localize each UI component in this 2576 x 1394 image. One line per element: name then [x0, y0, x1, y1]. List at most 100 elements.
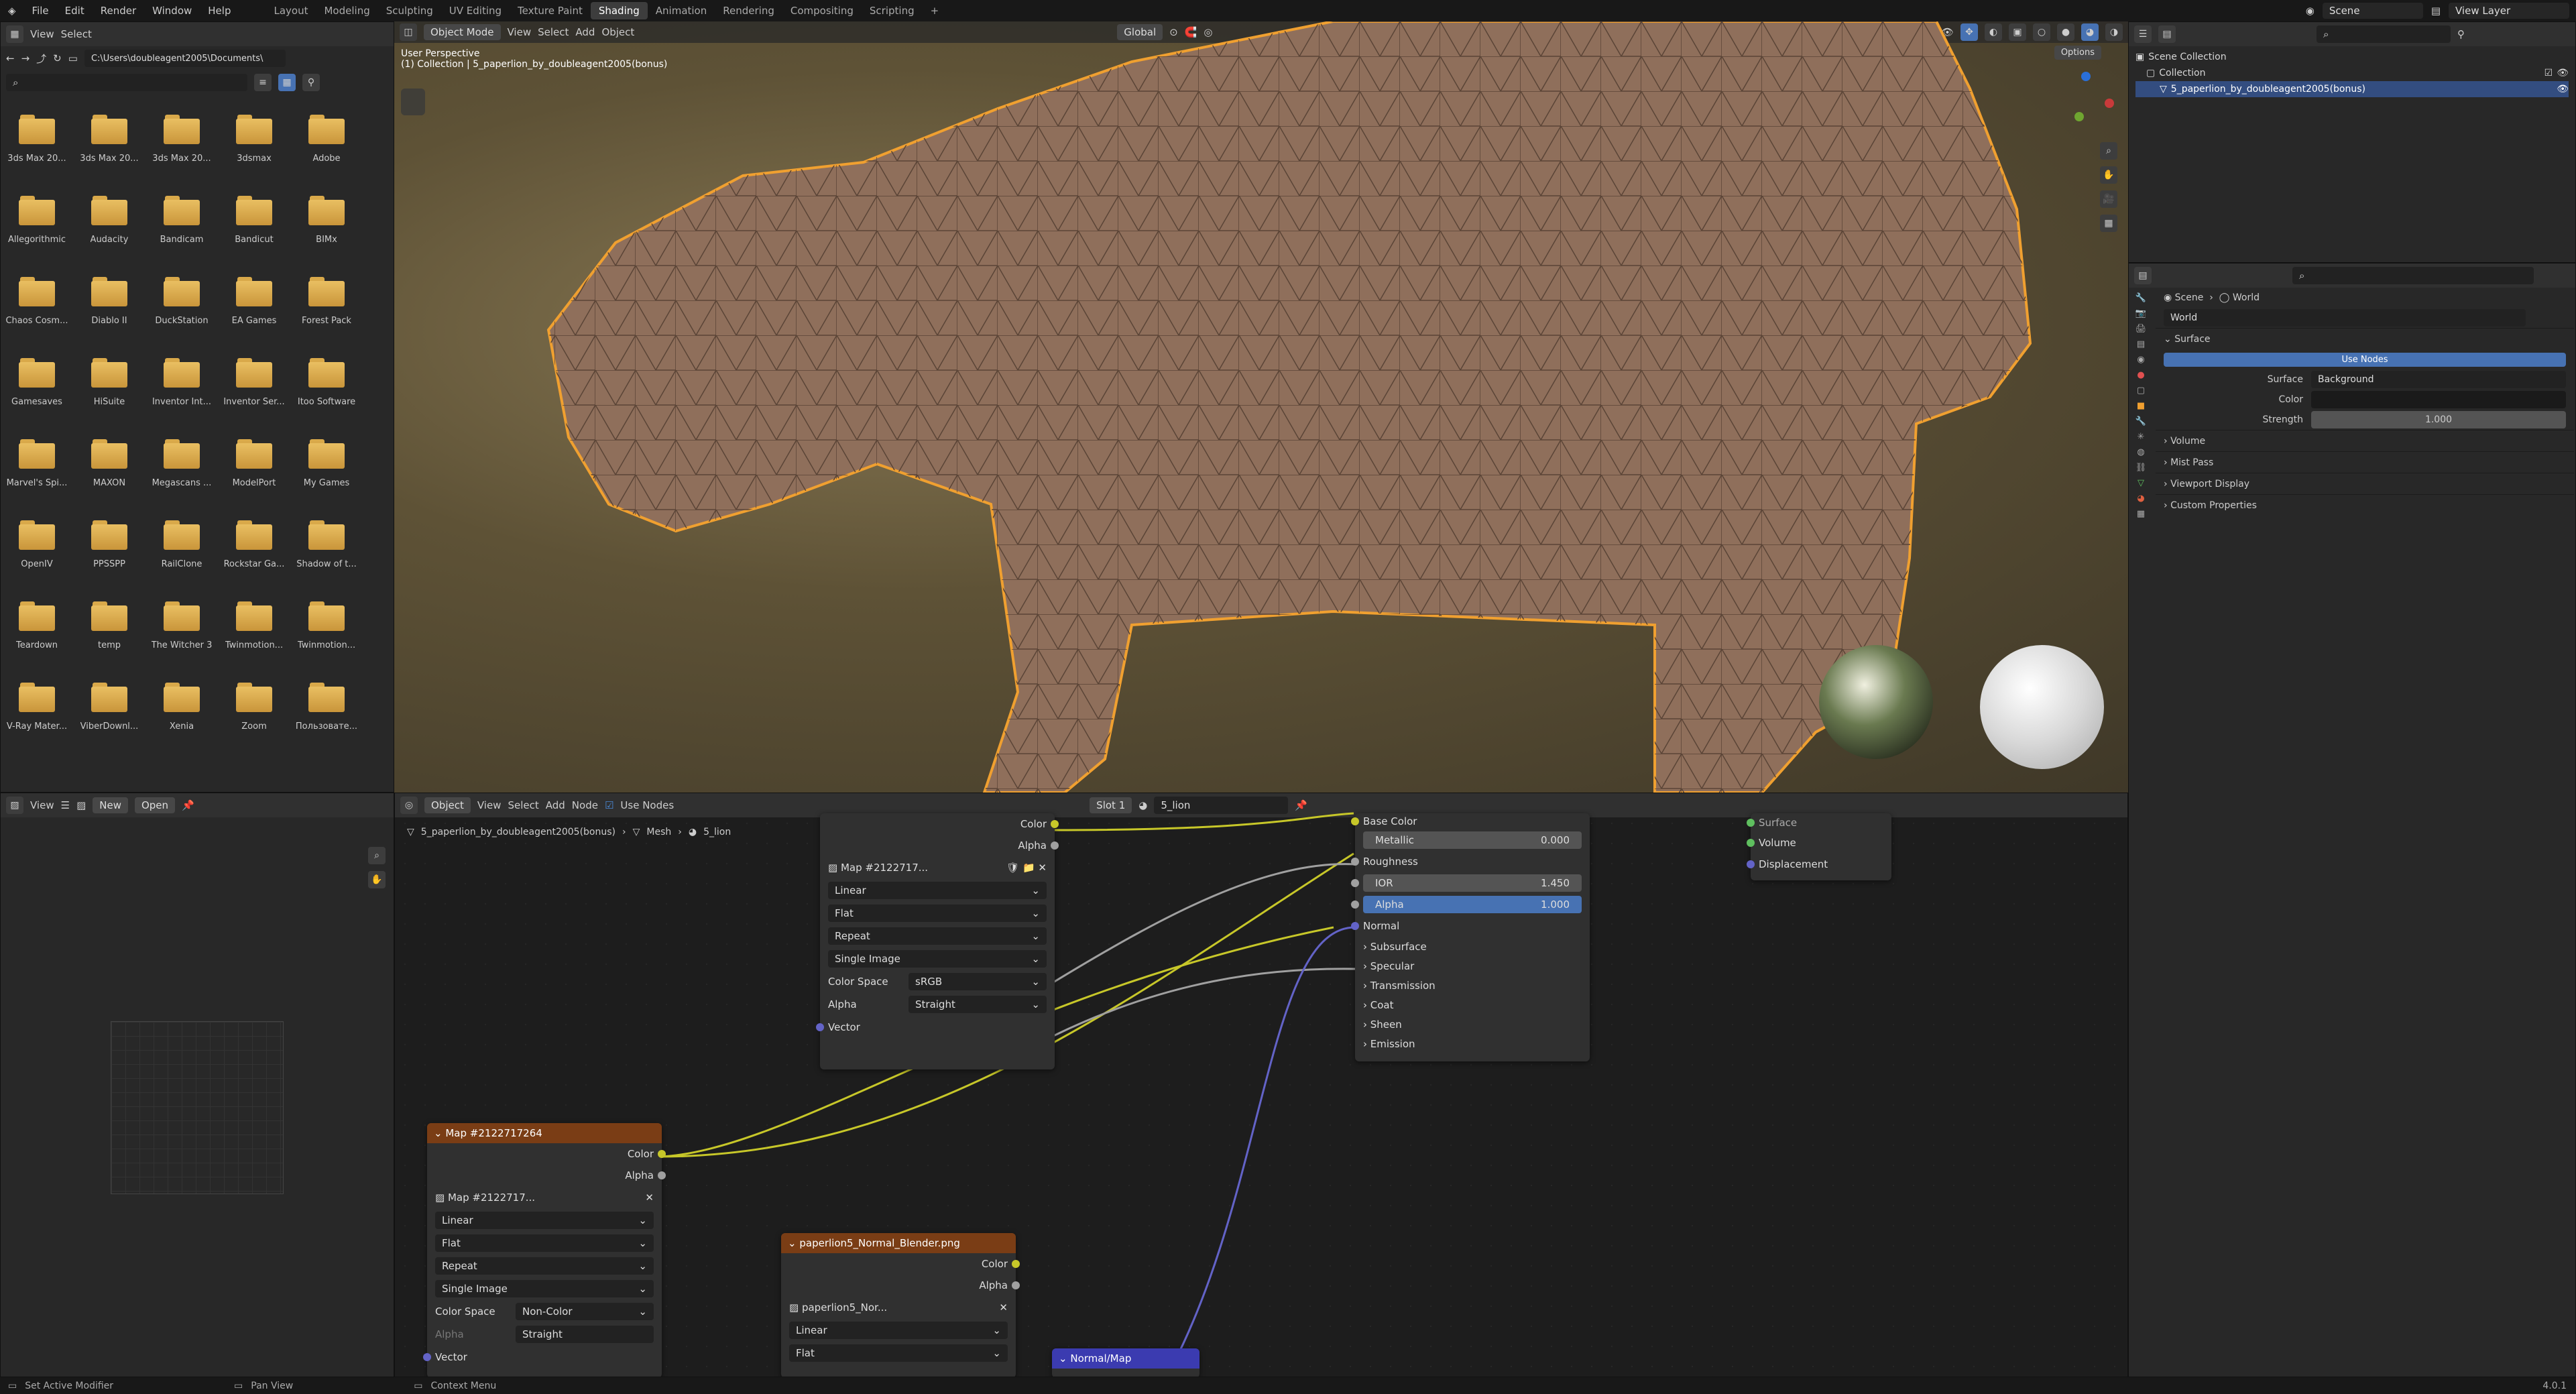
folder-item[interactable]: Bandicam [145, 189, 218, 270]
fb-menu-view[interactable]: View [30, 28, 54, 40]
output-color-socket[interactable] [1012, 1260, 1020, 1268]
folder-item[interactable]: 3dsmax [218, 108, 290, 189]
output-alpha-socket[interactable] [658, 1171, 666, 1179]
folder-item[interactable]: 3ds Max 20... [73, 108, 145, 189]
new-image-button[interactable]: New [93, 797, 128, 813]
tab-uv-editing[interactable]: UV Editing [441, 5, 510, 17]
panel-mist-pass[interactable]: › Mist Pass [2156, 451, 2574, 473]
editor-type-icon[interactable]: ▨ [6, 797, 23, 814]
folder-item[interactable]: Пользовате... [290, 676, 363, 757]
input-surface-socket[interactable] [1747, 819, 1755, 827]
3d-viewport[interactable]: ◫ Object Mode View Select Add Object Glo… [394, 21, 2128, 793]
editor-type-icon[interactable]: ▦ [6, 25, 23, 43]
menu-render[interactable]: Render [93, 5, 144, 17]
folder-item[interactable]: 3ds Max 20... [145, 108, 218, 189]
new-folder-icon[interactable]: ▭ [68, 52, 78, 64]
menu-edit[interactable]: Edit [57, 5, 93, 17]
data-tab-icon[interactable]: ▽ [2138, 478, 2144, 488]
folder-item[interactable]: Twinmotion... [290, 595, 363, 676]
image-browse-icon[interactable]: ▨ [76, 799, 86, 811]
pan-hand-icon[interactable]: ✋ [2100, 166, 2117, 184]
folder-item[interactable]: RailClone [145, 514, 218, 595]
principled-bsdf-node[interactable]: Base Color Metallic 0.000 Roughness IOR 1.… [1351, 813, 1590, 1061]
image-name[interactable]: Map #2122717... [448, 1192, 645, 1204]
add-workspace-button[interactable]: + [923, 5, 947, 17]
collection-label[interactable]: Collection [2159, 68, 2205, 78]
node-header[interactable]: ⌄ Map #2122717264 [427, 1123, 662, 1143]
parent-dir-icon[interactable]: ⤴ [36, 52, 46, 66]
input-displacement-socket[interactable] [1747, 860, 1755, 868]
node-header[interactable]: ⌄ Normal/Map [1052, 1348, 1199, 1369]
metallic-field[interactable]: Metallic 0.000 [1363, 831, 1582, 849]
folder-item[interactable]: temp [73, 595, 145, 676]
grid-icon[interactable]: ▦ [2100, 215, 2117, 232]
outliner-row-object[interactable]: ▽ 5_paperlion_by_doubleagent2005(bonus) 👁 [2135, 81, 2569, 97]
input-normal-socket[interactable] [1351, 922, 1359, 930]
ior-field[interactable]: IOR 1.450 [1363, 874, 1582, 892]
image-name[interactable]: Map #2122717... [841, 862, 1006, 874]
input-volume-socket[interactable] [1747, 839, 1755, 847]
view-layer-tab-icon[interactable]: ▤ [2137, 339, 2145, 349]
particles-tab-icon[interactable]: ✳ [2138, 432, 2145, 442]
panel-volume[interactable]: › Volume [2156, 430, 2574, 451]
outliner-search-input[interactable]: ⌕ [2317, 25, 2451, 43]
folder-item[interactable]: The Witcher 3 [145, 595, 218, 676]
tab-compositing[interactable]: Compositing [782, 5, 862, 17]
zoom-icon[interactable]: ⌕ [2100, 142, 2117, 160]
texture-tab-icon[interactable]: ▦ [2137, 509, 2145, 519]
tab-scripting[interactable]: Scripting [862, 5, 923, 17]
folder-item[interactable]: DuckStation [145, 270, 218, 351]
folder-item[interactable]: Allegorithmic [1, 189, 73, 270]
navigation-gizmo[interactable] [2054, 72, 2115, 132]
image-texture-node-1[interactable]: Color Alpha ▨ Map #2122717... 🛡 📁 ✕ Linea… [816, 813, 1059, 1069]
material-output-node[interactable]: Surface Volume Displacement [1747, 813, 1891, 880]
folder-item[interactable]: Shadow of t... [290, 514, 363, 595]
world-selector[interactable]: World [2164, 309, 2526, 327]
folder-item[interactable]: PPSSPP [73, 514, 145, 595]
zoom-icon[interactable]: ⌕ [368, 847, 386, 864]
interpolation-select[interactable]: Linear ⌄ [828, 882, 1047, 899]
fb-menu-select[interactable]: Select [61, 28, 92, 40]
transmission-panel[interactable]: › Transmission [1355, 976, 1590, 995]
filter-icon[interactable]: ⚲ [2457, 28, 2465, 40]
folder-item[interactable]: Chaos Cosm... [1, 270, 73, 351]
emission-panel[interactable]: › Emission [1355, 1034, 1590, 1053]
folder-item[interactable]: Megascans ... [145, 432, 218, 514]
path-field[interactable]: C:\Users\doubleagent2005\Documents\ [84, 50, 286, 67]
node-header[interactable]: ⌄ paperlion5_Normal_Blender.png [781, 1233, 1016, 1253]
collection-tab-icon[interactable]: ▢ [2137, 386, 2145, 396]
projection-select[interactable]: Flat ⌄ [435, 1234, 654, 1252]
collapse-chevron-icon[interactable]: ⌄ [788, 1237, 797, 1249]
image-name[interactable]: paperlion5_Nor... [802, 1301, 999, 1314]
constraints-tab-icon[interactable]: ⛓ [2135, 463, 2147, 473]
display-mode-icon[interactable]: ▤ [2158, 25, 2176, 43]
close-icon[interactable]: ✕ [645, 1192, 654, 1204]
color-swatch[interactable] [2311, 391, 2566, 408]
folder-item[interactable]: Inventor Int... [145, 351, 218, 432]
collapse-chevron-icon[interactable]: ⌄ [434, 1127, 443, 1139]
folder-item[interactable]: Rockstar Ga... [218, 514, 290, 595]
folder-item[interactable]: Bandicut [218, 189, 290, 270]
strength-field[interactable]: 1.000 [2311, 411, 2566, 428]
camera-icon[interactable]: 🎥 [2100, 190, 2117, 208]
eye-icon[interactable]: 👁 [2557, 84, 2569, 95]
tab-sculpting[interactable]: Sculpting [378, 5, 441, 17]
alpha-mode-select[interactable]: Straight ⌄ [909, 996, 1047, 1013]
world-tab-icon[interactable]: ● [2137, 370, 2144, 380]
properties-search-input[interactable]: ⌕ [2292, 267, 2534, 284]
alpha-field[interactable]: Alpha 1.000 [1363, 896, 1582, 913]
output-tab-icon[interactable]: 🖨 [2135, 324, 2147, 334]
scene-tab-icon[interactable]: ◉ [2137, 355, 2144, 365]
folder-item[interactable]: OpenIV [1, 514, 73, 595]
folder-item[interactable]: Gamesaves [1, 351, 73, 432]
panel-surface[interactable]: ⌄ Surface [2156, 328, 2574, 349]
subsurface-panel[interactable]: › Subsurface [1355, 937, 1590, 956]
folder-item[interactable]: My Games [290, 432, 363, 514]
menu-window[interactable]: Window [144, 5, 200, 17]
use-nodes-button[interactable]: Use Nodes [2164, 352, 2566, 367]
modifier-tab-icon[interactable]: 🔧 [2135, 416, 2146, 426]
folder-item[interactable]: Teardown [1, 595, 73, 676]
input-base-color-socket[interactable] [1351, 817, 1359, 825]
interpolation-select[interactable]: Linear ⌄ [435, 1212, 654, 1229]
interpolation-select[interactable]: Linear ⌄ [789, 1322, 1008, 1339]
